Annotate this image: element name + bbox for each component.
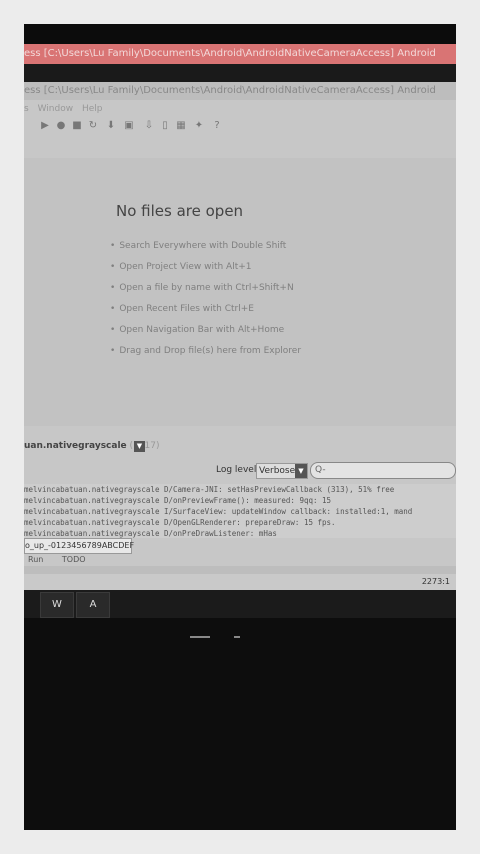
- device-icon[interactable]: ▯: [160, 121, 170, 131]
- log-level-label: Log level:: [216, 465, 260, 475]
- tip-item: Search Everywhere with Double Shift: [110, 236, 301, 257]
- taskbar: W A: [24, 590, 456, 618]
- process-name: uan.nativegrayscale: [24, 441, 127, 451]
- help-icon[interactable]: ?: [212, 121, 222, 131]
- menu-bar: s Window Help: [24, 102, 456, 116]
- log-line: melvincabatuan.nativegrayscale D/onPrevi…: [24, 496, 332, 505]
- debug-icon[interactable]: ●: [56, 121, 66, 131]
- status-strip: [24, 566, 456, 574]
- log-level-value: Verbose: [259, 466, 296, 476]
- log-line: melvincabatuan.nativegrayscale D/onPreDr…: [24, 529, 277, 538]
- tip-item: Drag and Drop file(s) here from Explorer: [110, 341, 301, 362]
- app-taskbar-icon[interactable]: A: [76, 592, 110, 618]
- window-title-bar-highlighted: ess [C:\Users\Lu Family\Documents\Androi…: [24, 44, 456, 64]
- menu-item-window[interactable]: Window: [38, 104, 74, 114]
- log-line: melvincabatuan.nativegrayscale D/Camera-…: [24, 485, 395, 494]
- logcat-search-input[interactable]: Q-: [310, 462, 456, 479]
- device-tooltip: o_up_-0123456789ABCDEF: [24, 538, 134, 554]
- stop-icon[interactable]: ■: [72, 121, 82, 131]
- sdk-icon[interactable]: ⬇: [106, 121, 116, 131]
- layout-icon[interactable]: ▦: [176, 121, 186, 131]
- chevron-down-icon: ▼: [295, 464, 307, 478]
- log-level-bar: Log level: Verbose ▼ Q-: [24, 460, 456, 480]
- tab-todo[interactable]: TODO: [62, 555, 86, 564]
- top-dark-area: [24, 24, 456, 44]
- bottom-tool-tabs: Run TODO: [24, 554, 456, 566]
- status-bar: 2273:1: [24, 574, 456, 590]
- photo-frame: ess [C:\Users\Lu Family\Documents\Androi…: [24, 24, 456, 830]
- tab-run[interactable]: Run: [28, 555, 43, 564]
- log-line: melvincabatuan.nativegrayscale D/OpenGLR…: [24, 518, 336, 527]
- logcat-console[interactable]: melvincabatuan.nativegrayscale D/Camera-…: [24, 484, 456, 538]
- menu-item-help[interactable]: Help: [82, 104, 103, 114]
- no-files-heading: No files are open: [116, 202, 244, 220]
- light-glint: [190, 636, 210, 638]
- log-level-select[interactable]: Verbose ▼: [256, 463, 308, 479]
- tip-item: Open a file by name with Ctrl+Shift+N: [110, 278, 301, 299]
- light-glint: [234, 636, 240, 638]
- cursor-position: 2273:1: [421, 577, 450, 586]
- word-taskbar-icon[interactable]: W: [40, 592, 74, 618]
- monitor-bezel: [24, 618, 456, 830]
- menu-item-s[interactable]: s: [24, 104, 29, 114]
- android-icon[interactable]: ✦: [194, 121, 204, 131]
- tips-list: Search Everywhere with Double Shift Open…: [110, 236, 301, 362]
- logcat-process-bar: uan.nativegrayscale (1317) ▼: [24, 436, 456, 456]
- tip-item: Open Navigation Bar with Alt+Home: [110, 320, 301, 341]
- window-title-bar: ess [C:\Users\Lu Family\Documents\Androi…: [24, 82, 456, 100]
- tip-item: Open Project View with Alt+1: [110, 257, 301, 278]
- toolbar: ▶ ● ■ ↻ ⬇ ▣ ⇩ ▯ ▦ ✦ ?: [24, 118, 456, 138]
- editor-area: No files are open Search Everywhere with…: [24, 158, 456, 426]
- run-icon[interactable]: ▶: [40, 121, 50, 131]
- log-line: melvincabatuan.nativegrayscale I/Surface…: [24, 507, 413, 516]
- chevron-down-icon[interactable]: ▼: [134, 441, 145, 452]
- build-icon[interactable]: ⇩: [144, 121, 154, 131]
- tip-item: Open Recent Files with Ctrl+E: [110, 299, 301, 320]
- dark-band: [24, 64, 456, 82]
- avd-icon[interactable]: ▣: [124, 121, 134, 131]
- ide-screen: ess [C:\Users\Lu Family\Documents\Androi…: [24, 82, 456, 574]
- sync-icon[interactable]: ↻: [88, 121, 98, 131]
